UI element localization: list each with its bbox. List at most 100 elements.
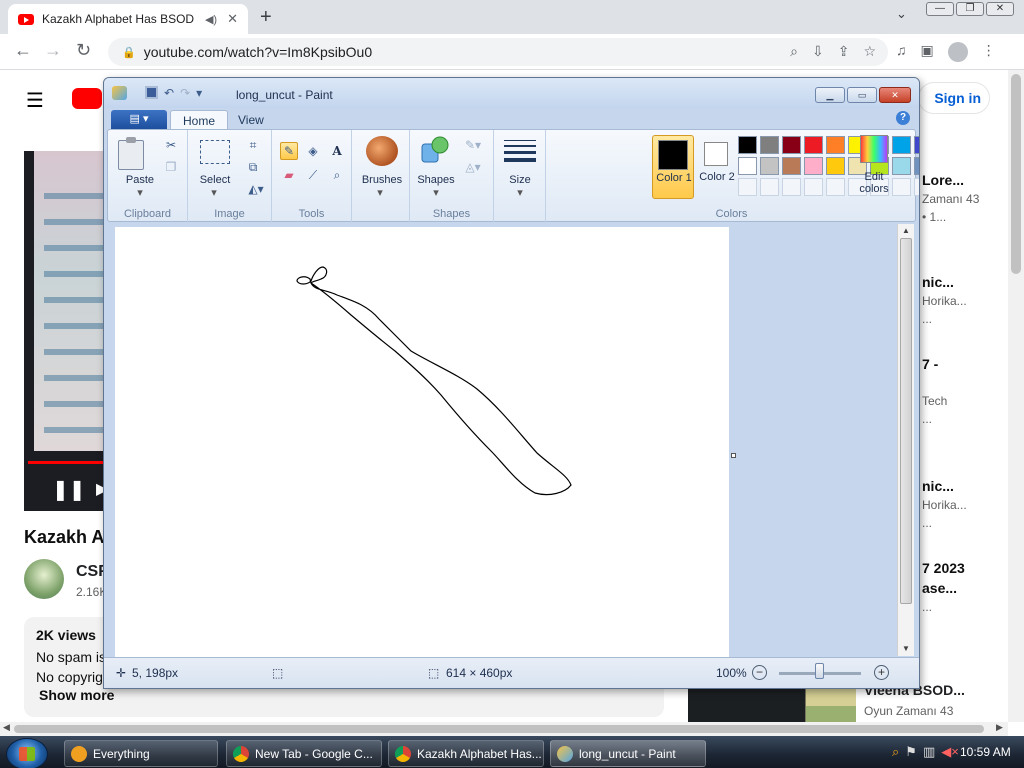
drawing-canvas[interactable] (115, 227, 729, 657)
recommended-video[interactable]: 7 2023 ase... ... (922, 560, 1012, 614)
magnifier-icon[interactable]: ⌕ (328, 166, 346, 184)
address-bar[interactable]: 🔒 youtube.com/watch?v=Im8KpsibOu0 ⌕ ⇩ ⇪ … (108, 38, 888, 66)
share-icon[interactable]: ⇪ (838, 43, 850, 60)
palette-swatch[interactable] (804, 157, 823, 175)
cut-icon[interactable]: ✂ (162, 136, 180, 154)
palette-swatch-empty[interactable] (826, 178, 845, 196)
select-icon[interactable] (200, 140, 230, 164)
save-icon[interactable] (145, 86, 158, 99)
size-button[interactable]: Size (496, 174, 544, 186)
shapes-dropdown-icon[interactable]: ▾ (428, 186, 444, 199)
palette-swatch[interactable] (826, 136, 845, 154)
taskbar-item-chrome-newtab[interactable]: New Tab - Google C... (226, 740, 382, 767)
palette-swatch[interactable] (782, 157, 801, 175)
video-player[interactable]: ❚❚ ▶ (24, 151, 104, 511)
palette-swatch[interactable] (760, 136, 779, 154)
pause-icon[interactable]: ❚❚ (52, 477, 86, 502)
paint-titlebar[interactable]: ↶ ↷ ▾ long_uncut - Paint ▁ ▭ ✕ (104, 78, 919, 108)
channel-avatar[interactable] (24, 559, 64, 599)
palette-swatch[interactable] (804, 136, 823, 154)
recommended-thumbnail[interactable] (688, 686, 856, 722)
paint-app-icon[interactable] (112, 86, 127, 100)
palette-swatch[interactable] (760, 157, 779, 175)
recommended-video[interactable]: 7 - Tech ... (922, 356, 1012, 426)
audio-playing-icon[interactable]: ◀) (205, 13, 217, 26)
paint-file-menu-button[interactable]: ▤ ▾ (111, 110, 167, 129)
brushes-dropdown-icon[interactable]: ▾ (372, 186, 388, 199)
zoom-out-icon[interactable]: − (752, 665, 767, 680)
scroll-right-arrow-icon[interactable]: ▶ (996, 722, 1003, 733)
tab-view[interactable]: View (226, 110, 276, 130)
tab-search-chevron-icon[interactable]: ⌄ (896, 6, 907, 22)
color-picker-icon[interactable]: ⟋ (304, 166, 322, 184)
crop-icon[interactable]: ⌗ (244, 136, 262, 154)
forward-arrow-icon[interactable]: → (44, 40, 62, 61)
paste-dropdown-icon[interactable]: ▾ (132, 186, 148, 199)
palette-swatch-empty[interactable] (738, 178, 757, 196)
taskbar-item-paint[interactable]: long_uncut - Paint (550, 740, 706, 767)
paint-minimize-icon[interactable]: ▁ (815, 87, 845, 103)
reload-icon[interactable]: ↻ (76, 40, 91, 61)
select-button[interactable]: Select (190, 174, 240, 186)
palette-swatch-empty[interactable] (914, 178, 919, 196)
side-panel-icon[interactable]: ▣ (921, 42, 934, 62)
network-icon[interactable]: ▥ (923, 744, 935, 760)
recommended-video[interactable]: Lore... Zamanı 43 • 1... (922, 172, 1012, 224)
canvas-resize-handle[interactable] (731, 453, 736, 458)
rotate-icon[interactable]: ◭▾ (244, 180, 268, 198)
brushes-button[interactable]: Brushes (354, 174, 410, 186)
palette-swatch-empty[interactable] (760, 178, 779, 196)
pencil-icon[interactable]: ✎ (280, 142, 298, 160)
palette-swatch-empty[interactable] (892, 178, 911, 196)
youtube-logo-icon[interactable] (72, 88, 102, 109)
recommended-video[interactable]: nic... Horika... ... (922, 478, 1012, 530)
select-dropdown-icon[interactable]: ▾ (206, 186, 222, 199)
tab-home[interactable]: Home (170, 110, 229, 130)
outline-icon[interactable]: ✎▾ (460, 136, 486, 154)
paint-close-icon[interactable]: ✕ (879, 87, 911, 103)
color1-button[interactable]: Color 1 (652, 135, 694, 199)
color2-button[interactable]: Color 2 (698, 135, 738, 199)
video-progress-bar[interactable] (28, 461, 104, 464)
new-tab-icon[interactable]: + (260, 6, 272, 29)
scroll-left-arrow-icon[interactable]: ◀ (3, 722, 10, 733)
palette-swatch-empty[interactable] (782, 178, 801, 196)
bookmark-star-icon[interactable]: ☆ (863, 43, 876, 60)
size-icon[interactable] (504, 140, 536, 166)
palette-swatch[interactable] (738, 157, 757, 175)
action-center-icon[interactable]: ⚑ (905, 744, 917, 760)
palette-swatch[interactable] (914, 136, 919, 154)
palette-swatch[interactable] (782, 136, 801, 154)
sign-in-button[interactable]: Sign in (918, 82, 990, 114)
paint-maximize-icon[interactable]: ▭ (847, 87, 877, 103)
show-more-button[interactable]: Show more (39, 687, 114, 703)
brushes-icon[interactable] (366, 136, 398, 166)
palette-swatch[interactable] (892, 136, 911, 154)
scrollbar-thumb[interactable] (900, 238, 912, 604)
zoom-in-icon[interactable]: + (874, 665, 889, 680)
volume-muted-icon[interactable]: ◀× (941, 744, 959, 760)
media-control-icon[interactable]: ♫ (896, 42, 907, 62)
hamburger-menu-icon[interactable]: ☰ (26, 88, 44, 113)
taskbar-item-chrome-youtube[interactable]: Kazakh Alphabet Has... (388, 740, 544, 767)
taskbar-item-everything[interactable]: Everything (64, 740, 218, 767)
zoom-slider-thumb[interactable] (815, 663, 824, 679)
start-button[interactable] (6, 738, 48, 768)
fill-bucket-icon[interactable]: ◈ (304, 142, 322, 160)
lock-icon[interactable]: 🔒 (122, 46, 136, 59)
profile-avatar-icon[interactable] (947, 42, 968, 62)
restore-icon[interactable]: ❐ (956, 2, 984, 16)
palette-swatch-empty[interactable] (804, 178, 823, 196)
eraser-icon[interactable]: ▰ (280, 166, 298, 184)
redo-icon[interactable]: ↷ (180, 86, 190, 100)
size-dropdown-icon[interactable]: ▾ (512, 186, 528, 199)
customize-quick-access-icon[interactable]: ▾ (196, 86, 202, 100)
scroll-up-arrow-icon[interactable]: ▲ (902, 226, 910, 235)
recommended-video[interactable]: nic... Horika... ... (922, 274, 1012, 326)
palette-swatch[interactable] (914, 157, 919, 175)
fill-icon[interactable]: ◬▾ (460, 158, 486, 176)
more-menu-icon[interactable]: ⋮ (982, 42, 996, 62)
taskbar-clock[interactable]: 10:59 AM (960, 745, 1011, 759)
scrollbar-thumb[interactable] (1011, 74, 1021, 274)
search-icon[interactable]: ⌕ (790, 43, 798, 60)
